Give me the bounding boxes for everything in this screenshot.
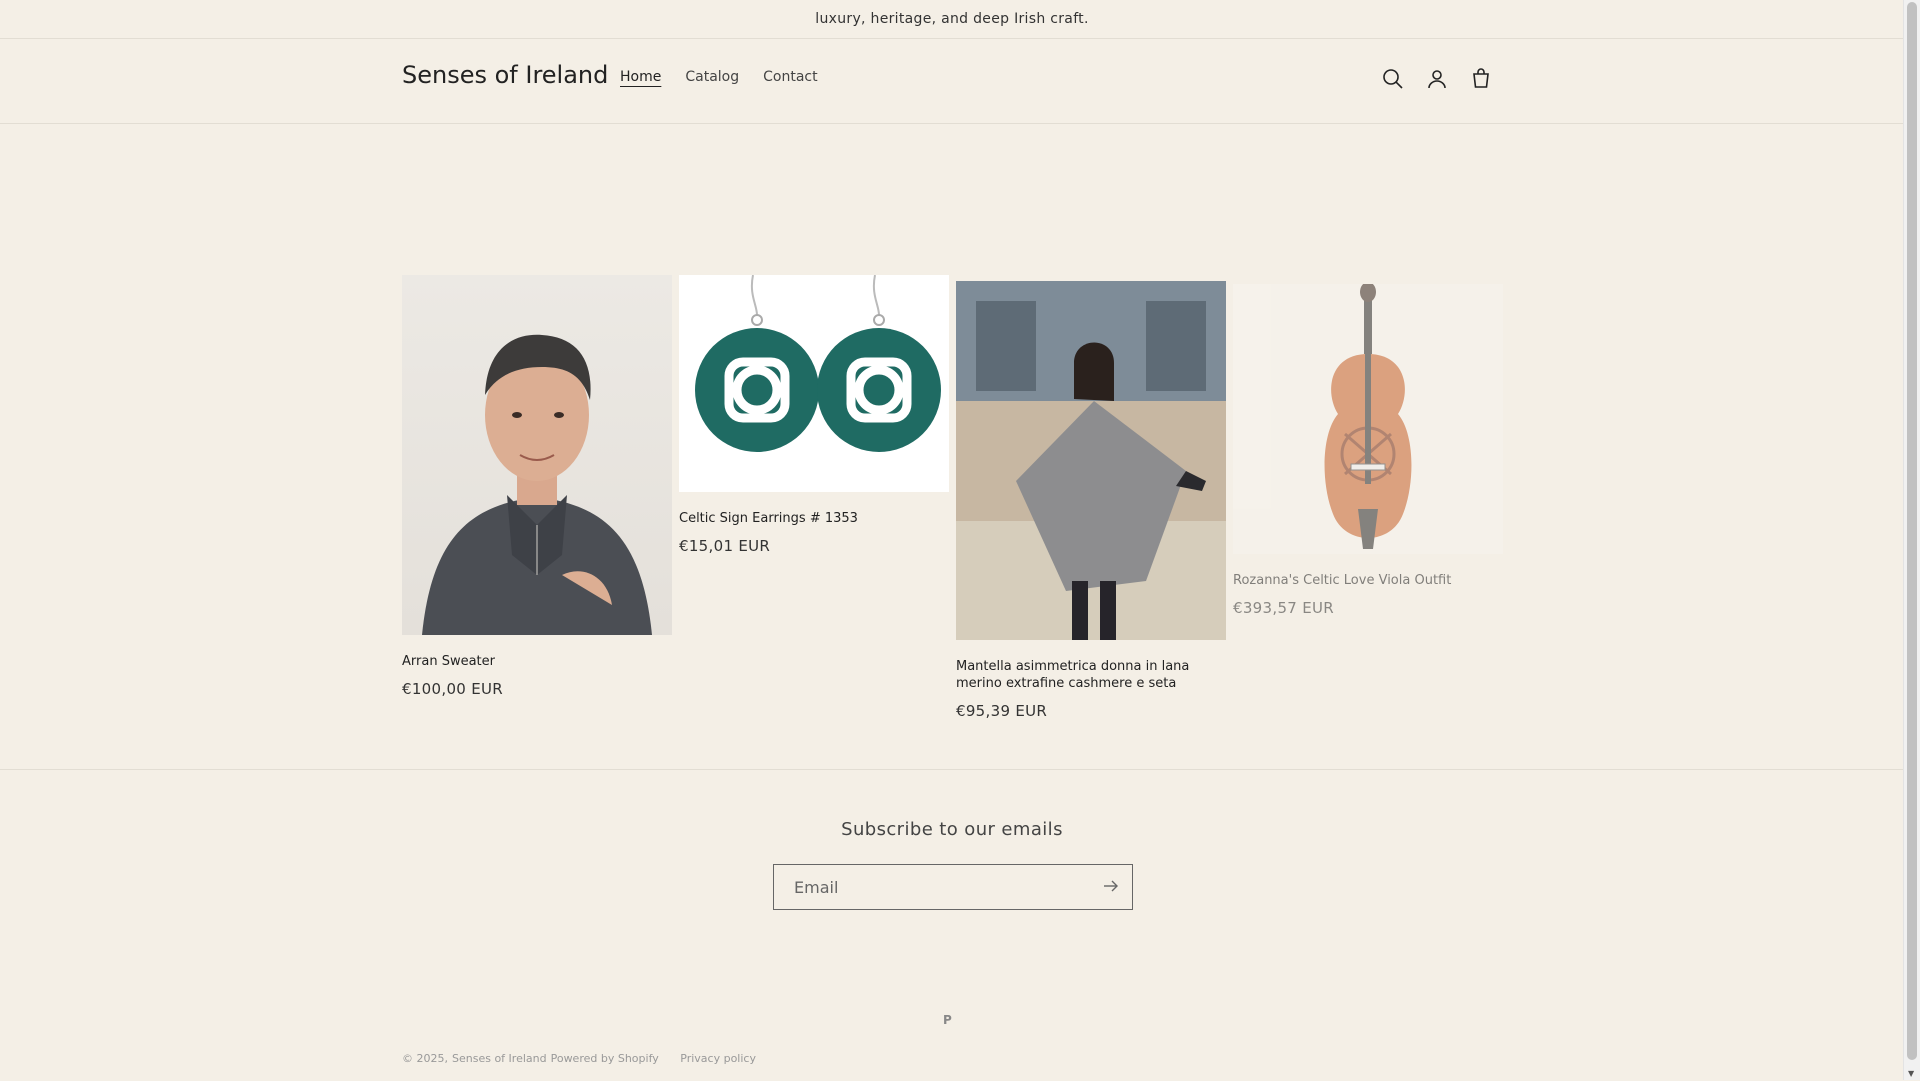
page-scrollbar[interactable]: ▼ xyxy=(1903,0,1920,1080)
scroll-down-icon[interactable]: ▼ xyxy=(1908,1069,1914,1078)
main-nav: Home Catalog Contact xyxy=(608,69,830,85)
powered-by-link[interactable]: Powered by Shopify xyxy=(551,1052,659,1065)
copyright-store-link[interactable]: Senses of Ireland xyxy=(452,1052,547,1065)
announcement-text: luxury, heritage, and deep Irish craft. xyxy=(815,11,1089,27)
product-card-arran-sweater[interactable]: Arran Sweater €100,00 EUR xyxy=(402,275,672,698)
product-title[interactable]: Rozanna's Celtic Love Viola Outfit xyxy=(1233,572,1503,589)
product-image-arran-sweater[interactable] xyxy=(402,275,672,635)
product-card-viola-outfit[interactable]: Rozanna's Celtic Love Viola Outfit €393,… xyxy=(1233,284,1503,617)
paypal-icon: P xyxy=(943,1013,952,1027)
cart-icon[interactable] xyxy=(1468,61,1494,97)
product-title[interactable]: Celtic Sign Earrings # 1353 xyxy=(679,510,949,527)
header-icons xyxy=(1380,61,1494,97)
product-title[interactable]: Arran Sweater xyxy=(402,653,672,670)
product-card-celtic-earrings[interactable]: Celtic Sign Earrings # 1353 €15,01 EUR xyxy=(679,275,949,555)
newsletter-heading: Subscribe to our emails xyxy=(841,819,1063,840)
announcement-bar: luxury, heritage, and deep Irish craft. xyxy=(0,0,1904,39)
newsletter-email-field[interactable]: Email xyxy=(773,864,1133,910)
copyright-year: © 2025, xyxy=(402,1052,448,1065)
product-price: €393,57 EUR xyxy=(1233,599,1334,617)
product-card-mantella[interactable]: Mantella asimmetrica donna in lana merin… xyxy=(956,281,1226,720)
nav-home[interactable]: Home xyxy=(608,69,673,85)
scrollbar-thumb[interactable] xyxy=(1907,2,1917,1060)
product-price: €100,00 EUR xyxy=(402,680,503,698)
search-icon[interactable] xyxy=(1380,61,1406,97)
featured-collection-grid: Arran Sweater €100,00 EUR Celtic Sign Ea… xyxy=(402,275,1503,735)
privacy-policy-link[interactable]: Privacy policy xyxy=(680,1052,756,1065)
email-placeholder: Email xyxy=(794,877,839,897)
site-header: Senses of Ireland Home Catalog Contact xyxy=(0,39,1904,124)
product-image-viola-outfit[interactable] xyxy=(1233,284,1503,554)
page: luxury, heritage, and deep Irish craft. … xyxy=(0,0,1904,1080)
nav-contact[interactable]: Contact xyxy=(751,69,829,85)
subscribe-arrow-icon[interactable] xyxy=(1102,877,1120,895)
product-price: €15,01 EUR xyxy=(679,537,771,555)
nav-catalog[interactable]: Catalog xyxy=(673,69,751,85)
site-footer: Subscribe to our emails Email P © 2025, S… xyxy=(0,769,1904,1081)
product-title[interactable]: Mantella asimmetrica donna in lana merin… xyxy=(956,658,1226,692)
account-icon[interactable] xyxy=(1424,61,1450,97)
product-image-mantella[interactable] xyxy=(956,281,1226,640)
product-price: €95,39 EUR xyxy=(956,702,1048,720)
product-image-celtic-earrings[interactable] xyxy=(679,275,949,492)
store-logo[interactable]: Senses of Ireland xyxy=(402,61,608,89)
copyright-line: © 2025, Senses of Ireland Powered by Shopi… xyxy=(402,1052,760,1065)
